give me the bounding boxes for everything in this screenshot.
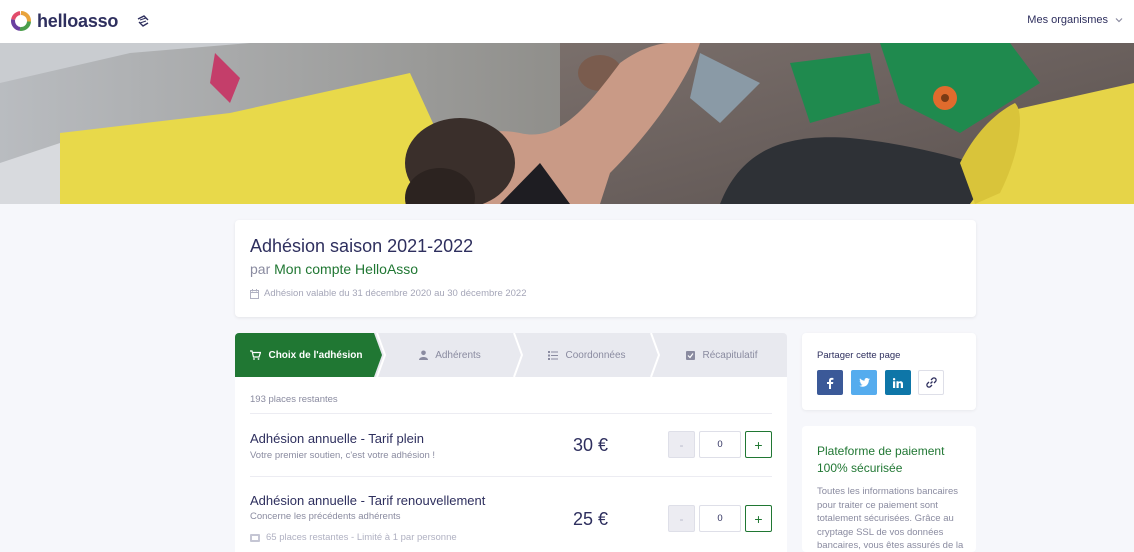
item-note: 65 places restantes - Limité à 1 par per… <box>250 532 457 543</box>
org-menu-label: Mes organismes <box>1027 14 1108 26</box>
divider <box>250 413 772 414</box>
logo-text: helloasso <box>37 10 119 31</box>
linkedin-icon <box>893 377 903 388</box>
step-members[interactable]: Adhérents <box>383 333 517 377</box>
divider <box>250 476 772 477</box>
link-icon <box>925 377 937 388</box>
copy-link-button[interactable] <box>918 370 944 395</box>
step-label: Choix de l'adhésion <box>268 349 363 361</box>
user-icon <box>419 350 429 360</box>
campaign-header-card: Adhésion saison 2021-2022 par Mon compte… <box>235 220 976 317</box>
secure-title: Plateforme de paiement 100% sécurisée <box>817 444 945 475</box>
cart-icon <box>250 350 262 360</box>
logo-ring-icon <box>11 11 31 31</box>
step-contact[interactable]: Coordonnées <box>520 333 654 377</box>
share-card: Partager cette page <box>802 333 976 410</box>
membership-options-panel: 193 places restantes Adhésion annuelle -… <box>235 377 787 552</box>
helloasso-logo[interactable]: helloasso <box>10 9 118 33</box>
quantity-input[interactable] <box>699 431 741 458</box>
quantity-input[interactable] <box>699 505 741 532</box>
chevron-down-icon <box>1115 18 1123 23</box>
step-label: Adhérents <box>435 349 481 361</box>
climbing-banner-illustration <box>0 43 1134 204</box>
page-title: Adhésion saison 2021-2022 <box>250 236 474 256</box>
share-label: Partager cette page <box>817 350 901 361</box>
top-nav: helloasso Mes organismes <box>0 0 1134 43</box>
twitter-icon <box>858 378 870 387</box>
item-subtitle: Concerne les précédents adhérents <box>250 511 401 522</box>
quantity-plus-button[interactable]: + <box>745 505 772 532</box>
item-price: 25 € <box>573 509 609 529</box>
linkedin-share-button[interactable] <box>885 370 911 395</box>
checkout-steps: Choix de l'adhésion Adhérents Coordonnée… <box>235 333 787 377</box>
org-menu[interactable]: Mes organismes <box>1027 14 1124 26</box>
byline: par Mon compte HelloAsso <box>250 261 418 277</box>
validity-dates: Adhésion valable du 31 décembre 2020 au … <box>250 288 527 299</box>
organization-link[interactable]: Mon compte HelloAsso <box>274 261 418 277</box>
ticket-icon <box>250 533 260 542</box>
item-price: 30 € <box>573 435 609 455</box>
quantity-plus-button[interactable]: + <box>745 431 772 458</box>
byline-prefix: par <box>250 261 271 277</box>
check-square-icon <box>686 350 696 360</box>
item-title: Adhésion annuelle - Tarif renouvellement <box>250 493 486 508</box>
step-summary[interactable]: Récapitulatif <box>657 333 787 377</box>
item-title: Adhésion annuelle - Tarif plein <box>250 431 424 446</box>
swap-arrows-icon[interactable] <box>136 14 150 28</box>
quantity-minus-button[interactable]: - <box>668 505 695 532</box>
secure-text: Toutes les informations bancaires pour t… <box>817 486 964 552</box>
step-label: Récapitulatif <box>702 349 758 361</box>
twitter-share-button[interactable] <box>851 370 877 395</box>
secure-payment-card: Plateforme de paiement 100% sécurisée To… <box>802 426 976 552</box>
facebook-share-button[interactable] <box>817 370 843 395</box>
calendar-icon <box>250 288 259 299</box>
banner-image <box>0 43 1134 204</box>
facebook-icon <box>827 377 834 389</box>
list-icon <box>548 350 559 360</box>
validity-text: Adhésion valable du 31 décembre 2020 au … <box>264 288 527 299</box>
quantity-minus-button[interactable]: - <box>668 431 695 458</box>
item-note-text: 65 places restantes - Limité à 1 par per… <box>266 532 457 543</box>
item-subtitle: Votre premier soutien, c'est votre adhés… <box>250 450 436 461</box>
step-choice[interactable]: Choix de l'adhésion <box>235 333 378 377</box>
step-label: Coordonnées <box>565 349 626 361</box>
places-remaining: 193 places restantes <box>250 394 338 405</box>
